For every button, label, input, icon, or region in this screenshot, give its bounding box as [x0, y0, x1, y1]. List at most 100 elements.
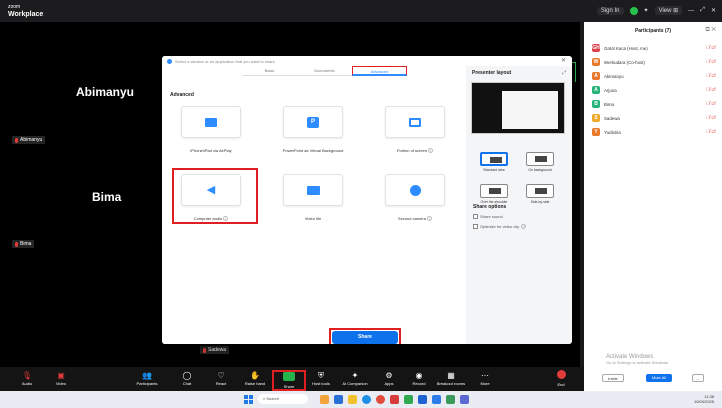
taskbar-app-icon[interactable]	[446, 395, 455, 404]
participant-row[interactable]: B Bima 🎙̸ ▭̸	[592, 98, 716, 110]
video-off-icon: ▣	[57, 371, 65, 380]
heart-icon: ♡	[217, 371, 225, 380]
windows-taskbar: ⌕ Search 11:38 10/04/2025	[0, 391, 722, 408]
share-card-airplay[interactable]: iPhone/iPad via AirPlay	[172, 106, 250, 166]
folder-icon[interactable]	[348, 395, 357, 404]
zoom-icon	[167, 58, 172, 64]
audio-button[interactable]: 🎙 Audio	[10, 370, 44, 386]
share-sound-checkbox[interactable]: Share sound	[473, 214, 503, 219]
chat-button[interactable]: ◯ Chat	[170, 370, 204, 386]
apps-button[interactable]: ⚙ Apps	[372, 370, 406, 386]
raise-hand-button[interactable]: ✋ Raise hand	[238, 370, 272, 386]
minimize-icon[interactable]: —	[688, 8, 694, 14]
screen-portion-icon	[409, 117, 421, 127]
close-icon[interactable]: ✕	[711, 7, 716, 14]
participants-button[interactable]: 👥 Participants	[130, 370, 164, 386]
mic-video-off-icon[interactable]: 🎙̸ ▭̸	[706, 59, 716, 65]
mic-video-off-icon[interactable]: 🎙̸ ▭̸	[706, 115, 716, 121]
react-button[interactable]: ♡ React	[204, 370, 238, 386]
layout-standard[interactable]: Standard view	[478, 152, 510, 178]
participants-panel: Participants (7) ⧉ ✕ GH Gatot Kaca (Host…	[584, 22, 722, 367]
tab-documents[interactable]: Documents	[297, 66, 352, 76]
hand-icon: ✋	[250, 371, 260, 380]
avatar: W	[592, 58, 600, 66]
system-clock[interactable]: 11:38 10/04/2025	[694, 394, 714, 404]
name-tag: Sadewa	[200, 346, 230, 354]
optimize-video-checkbox[interactable]: Optimize for video clip?	[473, 224, 527, 229]
share-card-powerpoint[interactable]: P PowerPoint as Virtual Background	[274, 106, 352, 166]
taskbar-app-icon[interactable]	[390, 395, 399, 404]
more-options-button[interactable]: ...	[692, 374, 704, 382]
layout-on-background[interactable]: On background	[524, 152, 556, 178]
mic-video-off-icon[interactable]: 🎙̸ ▭̸	[706, 101, 716, 107]
participant-name-abimanyu: Abimanyu	[76, 85, 135, 99]
chat-icon: ◯	[182, 371, 192, 380]
participant-row[interactable]: GH Gatot Kaca (Host, me) 🎙̸ ▭̸	[592, 42, 716, 54]
participant-row[interactable]: Y Yudistira 🎙̸ ▭̸	[592, 126, 716, 138]
magic-icon[interactable]: ✦	[644, 7, 649, 14]
share-screen-button[interactable]: Share	[272, 370, 306, 391]
shield-icon[interactable]	[629, 6, 638, 15]
maximize-icon[interactable]: ⤢	[700, 7, 705, 14]
share-card-video-file[interactable]: Video file	[274, 174, 352, 234]
dialog-title-bar: Select a window or an application that y…	[162, 56, 572, 66]
popout-icon[interactable]: ⧉ ✕	[705, 27, 716, 34]
taskbar-app-icon[interactable]	[334, 395, 343, 404]
windows-start-icon[interactable]	[244, 395, 253, 404]
view-button[interactable]: View ⊞	[654, 6, 683, 15]
mic-video-off-icon[interactable]: 🎙̸ ▭̸	[706, 73, 716, 79]
mic-video-off-icon[interactable]: 🎙̸ ▭̸	[706, 87, 716, 93]
info-icon[interactable]: ?	[521, 224, 527, 229]
video-button[interactable]: ▣ Video	[44, 370, 78, 386]
avatar: S	[592, 114, 600, 122]
muted-mic-icon	[203, 347, 206, 353]
participant-row[interactable]: S Sadewa 🎙̸ ▭̸	[592, 112, 716, 124]
mute-all-button[interactable]: Mute All	[646, 374, 672, 382]
zoom-taskbar-icon[interactable]	[432, 395, 441, 404]
host-tools-button[interactable]: ⛨ Host tools	[304, 370, 338, 386]
mic-video-off-icon[interactable]: 🎙̸ ▭̸	[706, 45, 716, 51]
record-button[interactable]: ◉ Record	[402, 370, 436, 386]
ai-companion-button[interactable]: ✦ AI Companion	[338, 370, 372, 386]
powerpoint-icon: P	[307, 116, 319, 128]
avatar: Y	[592, 128, 600, 136]
expand-icon[interactable]: ⤢	[562, 70, 566, 76]
tab-bar: Basic Documents Advanced	[242, 66, 407, 76]
info-icon[interactable]: i	[428, 148, 434, 153]
title-bar: zoom Workplace Sign In ✦ View ⊞ — ⤢ ✕	[0, 0, 722, 22]
info-icon[interactable]: i	[427, 216, 433, 221]
more-button[interactable]: ⋯ More	[468, 370, 502, 386]
tab-advanced[interactable]: Advanced	[352, 66, 407, 76]
avatar: A	[592, 72, 600, 80]
layout-side-by-side[interactable]: Side-by-side	[524, 184, 556, 210]
taskbar-app-icon[interactable]	[418, 395, 427, 404]
tab-basic[interactable]: Basic	[242, 66, 297, 76]
share-card-portion-of-screen[interactable]: Portion of screen i	[376, 106, 454, 166]
activate-windows-watermark: Activate Windows Go to Settings to activ…	[606, 354, 670, 365]
meeting-toolbar: 🎙 Audio ▣ Video 👥 Participants ◯ Chat ♡ React…	[0, 367, 584, 391]
avatar: GH	[592, 44, 600, 52]
mic-video-off-icon[interactable]: 🎙̸ ▭̸	[706, 129, 716, 135]
participant-row[interactable]: A Arjuna 🎙̸ ▭̸	[592, 84, 716, 96]
sign-in-button[interactable]: Sign In	[596, 6, 624, 15]
camera-icon	[409, 184, 421, 196]
taskbar-search[interactable]: ⌕ Search	[258, 394, 308, 404]
chrome-icon[interactable]	[376, 395, 385, 404]
apps-icon: ⚙	[385, 371, 393, 380]
avatar: A	[592, 86, 600, 94]
breakout-rooms-button[interactable]: ▦ Breakout rooms	[434, 370, 468, 386]
participant-row[interactable]: W Werkudara (Co-host) 🎙̸ ▭̸	[592, 56, 716, 68]
more-icon: ⋯	[481, 371, 489, 380]
muted-mic-icon	[15, 241, 18, 247]
taskbar-app-icon[interactable]	[320, 395, 329, 404]
taskbar-app-icon[interactable]	[404, 395, 413, 404]
participant-row[interactable]: A Abimanyu 🎙̸ ▭̸	[592, 70, 716, 82]
end-button[interactable]: End	[544, 370, 578, 387]
mic-off-icon: 🎙	[21, 371, 33, 380]
share-card-second-camera[interactable]: Second camera i	[376, 174, 454, 234]
taskbar-app-icon[interactable]	[460, 395, 469, 404]
close-icon[interactable]: ✕	[561, 57, 566, 64]
name-tag: Abimanyu	[12, 136, 46, 144]
invite-button[interactable]: Invite	[602, 374, 624, 382]
edge-icon[interactable]	[362, 395, 371, 404]
